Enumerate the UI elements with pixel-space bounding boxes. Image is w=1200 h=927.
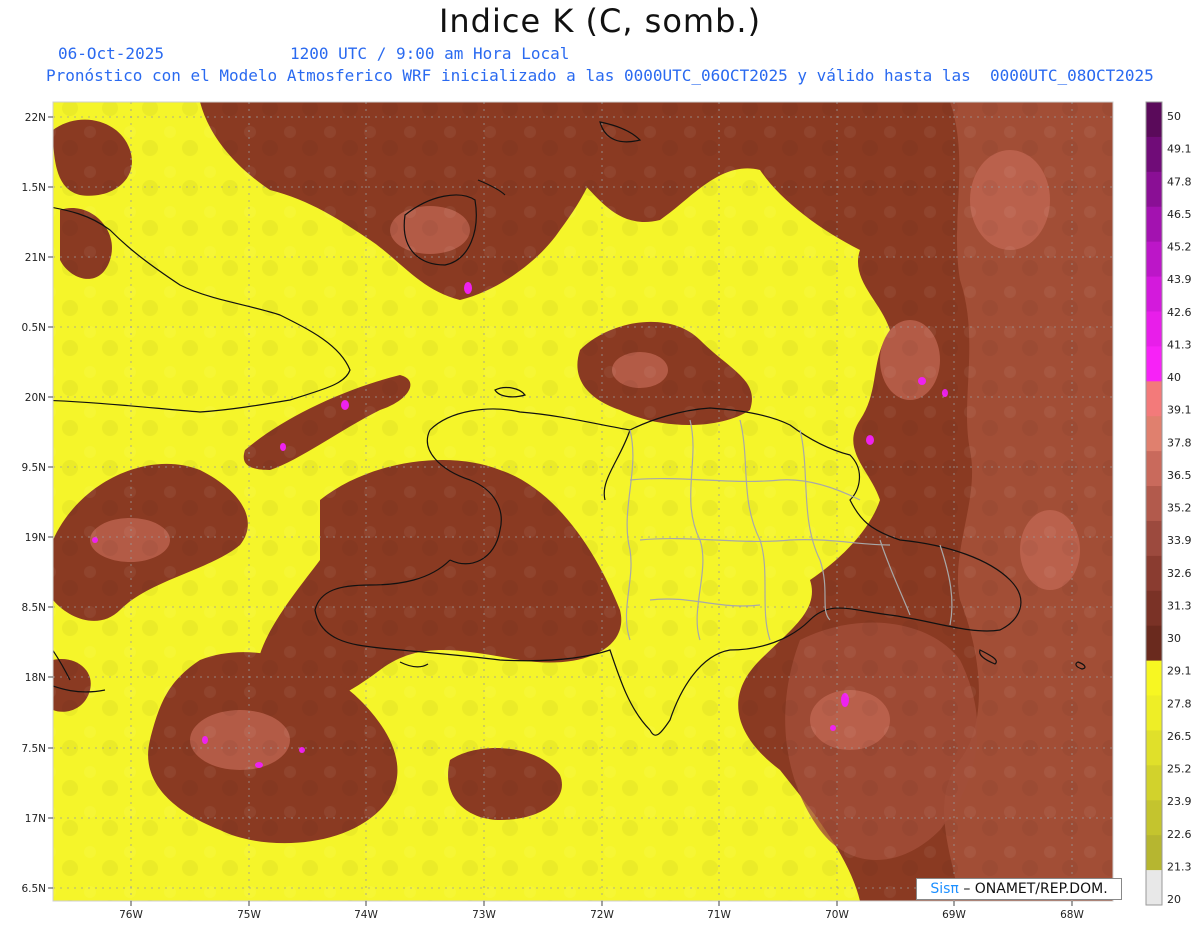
colorbar-label: 42.6 [1167,306,1192,319]
colorbar-label: 20 [1167,893,1181,906]
colorbar-label: 22.6 [1167,828,1192,841]
latitude-labels: 22N 1.5N 21N 0.5N 20N 9.5N 19N 8.5N 18N … [21,112,46,895]
colorbar-label: 27.8 [1167,697,1192,710]
lat-label: 0.5N [21,322,46,334]
colorbar-label: 36.5 [1167,469,1192,482]
lat-label: 22N [25,112,46,124]
lon-label: 68W [1060,909,1084,921]
colorbar-swatch [1146,451,1162,487]
lon-label: 75W [237,909,261,921]
colorbar-label: 49.1 [1167,143,1192,156]
colorbar-swatch [1146,416,1162,452]
lat-label: 19N [25,532,46,544]
colorbar-label: 23.9 [1167,795,1192,808]
credit-brand: Sisπ [930,881,959,897]
k-index-map: 22N 1.5N 21N 0.5N 20N 9.5N 19N 8.5N 18N … [21,101,1192,921]
colorbar-swatch [1146,311,1162,347]
colorbar-swatch [1146,346,1162,382]
colorbar-swatch [1146,730,1162,766]
lat-label: 6.5N [21,883,46,895]
colorbar-swatch [1146,241,1162,278]
colorbar-label: 32.6 [1167,567,1192,580]
lon-label: 73W [472,909,496,921]
colorbar-swatch [1146,486,1162,522]
colorbar-swatch [1146,870,1162,906]
lon-label: 76W [119,909,143,921]
colorbar-label: 25.2 [1167,763,1192,776]
credit-org: – ONAMET/REP.DOM. [963,881,1108,897]
credit-box: Sisπ – ONAMET/REP.DOM. [916,878,1122,900]
lon-label: 70W [825,909,849,921]
colorbar-swatch [1146,520,1162,557]
lat-label: 9.5N [21,462,46,474]
colorbar-label: 29.1 [1167,665,1192,678]
longitude-labels: 76W 75W 74W 73W 72W 71W 70W 69W 68W [119,909,1084,921]
colorbar-label: 37.8 [1167,436,1192,449]
colorbar-label: 50 [1167,110,1181,123]
lat-label: 1.5N [21,182,46,194]
colorbar-label: 41.3 [1167,338,1192,351]
colorbar-swatch [1146,136,1162,173]
colorbar-swatch [1146,555,1162,592]
colorbar-label: 47.8 [1167,175,1192,188]
lon-label: 69W [942,909,966,921]
lon-label: 74W [354,909,378,921]
lat-label: 21N [25,252,46,264]
lat-label: 17N [25,813,46,825]
colorbar-label: 39.1 [1167,404,1192,417]
lon-label: 71W [707,909,731,921]
colorbar: 50 49.1 47.8 46.5 45.2 43.9 42.6 41.3 40 39.1 37.8… [1145,101,1192,906]
colorbar-swatch [1146,171,1162,208]
colorbar-label: 21.3 [1167,860,1192,873]
colorbar-label: 40 [1167,371,1181,384]
colorbar-label: 31.3 [1167,599,1192,612]
lat-label: 20N [25,392,46,404]
colorbar-swatch [1146,835,1162,871]
lat-label: 18N [25,672,46,684]
colorbar-swatch [1146,660,1162,697]
lon-label: 72W [590,909,614,921]
colorbar-swatch [1146,625,1162,662]
colorbar-label: 43.9 [1167,273,1192,286]
lat-label: 8.5N [21,602,46,614]
map-area [53,102,1113,901]
colorbar-swatch [1146,800,1162,836]
colorbar-label: 33.9 [1167,534,1192,547]
colorbar-swatch [1146,695,1162,731]
colorbar-label: 46.5 [1167,208,1192,221]
lat-label: 7.5N [21,743,46,755]
colorbar-swatch [1146,102,1162,138]
colorbar-swatch [1146,765,1162,801]
colorbar-label: 35.2 [1167,502,1192,515]
colorbar-label: 26.5 [1167,730,1192,743]
colorbar-swatch [1146,381,1162,417]
colorbar-label: 45.2 [1167,241,1192,254]
colorbar-label: 30 [1167,632,1181,645]
colorbar-swatch [1146,276,1162,312]
colorbar-swatch [1146,206,1162,243]
colorbar-swatch [1146,590,1162,627]
